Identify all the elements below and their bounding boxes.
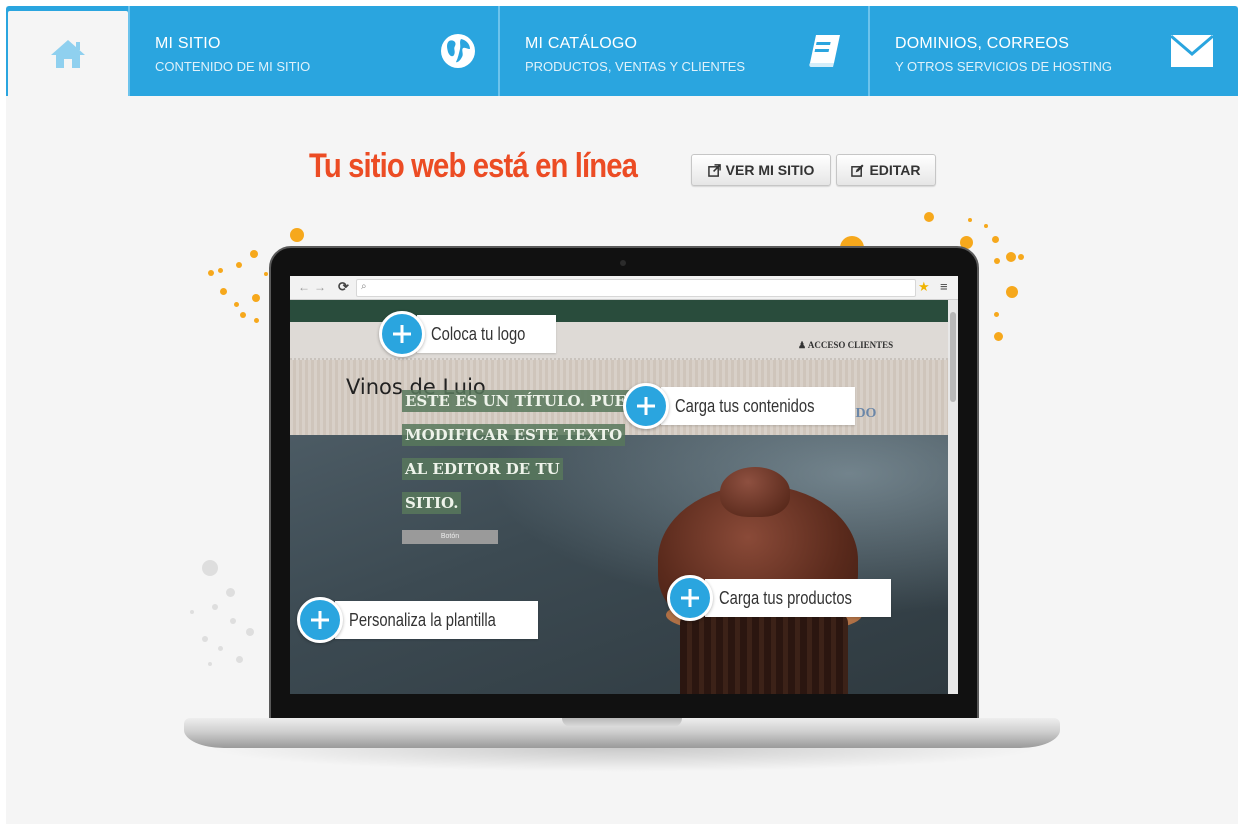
nav-dominios-subtitle: Y OTROS SERVICIOS DE HOSTING [895,59,1112,74]
hero-line: MODIFICAR ESTE TEXTO [402,424,626,446]
nav-home-tab[interactable] [8,11,128,96]
plus-icon [379,311,425,357]
book-icon [806,6,846,96]
decor-dot [992,236,999,243]
decor-dot [924,212,934,222]
plus-icon [623,383,669,429]
laptop-shadow [206,748,1042,772]
decor-dot [240,312,246,318]
decor-dot [218,646,223,651]
hero-line: AL EDITOR DE TU [402,458,563,480]
page-headline: Tu sitio web está en línea [309,147,638,185]
preview-acceso-clientes: ♟ ACCESO CLIENTES [798,340,893,351]
preview-scroll-thumb [950,312,956,402]
decor-dot [994,312,999,317]
nav-dominios-title: DOMINIOS, CORREOS [895,35,1070,52]
plus-icon [667,575,713,621]
decor-dot [234,302,239,307]
decor-dot [1018,254,1024,260]
decor-dot [252,294,260,302]
decor-dot [290,228,304,242]
home-icon [51,39,85,68]
cupcake-wrapper [680,613,848,694]
decor-dot [190,610,194,614]
preview-hero-button: Botón [402,530,498,544]
nav-mi-sitio[interactable]: MI SITIO CONTENIDO DE MI SITIO [130,6,496,96]
nav-mi-sitio-subtitle: CONTENIDO DE MI SITIO [155,59,311,74]
browser-toolbar: ←→ ⟳ ⌕ ★ ≡ [290,276,958,300]
edit-button[interactable]: EDITAR [836,154,936,186]
decor-dot [984,224,988,228]
nav-mi-catalogo-subtitle: PRODUCTOS, VENTAS Y CLIENTES [525,59,746,74]
nav-mi-sitio-title: MI SITIO [155,35,221,52]
edit-icon [851,163,864,177]
nav-dominios[interactable]: DOMINIOS, CORREOS Y OTROS SERVICIOS DE H… [870,6,1238,96]
envelope-icon [1170,6,1214,96]
callout-logo-label: Coloca tu logo [431,323,526,344]
decor-dot [994,258,1000,264]
decor-dot [226,588,235,597]
cupcake-frosting-tip [720,467,790,517]
globe-icon [440,6,476,96]
decor-dot [230,618,236,624]
search-icon: ⌕ [361,281,367,292]
decor-dot [246,628,254,636]
edit-label: EDITAR [869,162,921,178]
top-navigation: MI SITIO CONTENIDO DE MI SITIO MI CATÁLO… [6,6,1238,96]
external-link-icon [707,163,721,177]
decor-dot [212,604,218,610]
app-window: MI SITIO CONTENIDO DE MI SITIO MI CATÁLO… [6,6,1238,824]
callout-contenidos[interactable]: Carga tus contenidos [623,383,856,429]
browser-address-bar: ⌕ [356,279,916,297]
acceso-clientes-label: ACCESO CLIENTES [807,340,894,350]
laptop-base-notch [562,718,682,727]
decor-dot [220,288,227,295]
decor-dot [250,250,258,258]
decor-dot [208,662,212,666]
callout-logo[interactable]: Coloca tu logo [379,311,557,357]
view-site-button[interactable]: VER MI SITIO [691,154,831,186]
decor-dot [264,272,268,276]
callout-contenidos-label: Carga tus contenidos [675,395,815,416]
decor-dot [202,560,218,576]
decor-dot [994,332,1003,341]
browser-nav-arrows-icon: ←→ [298,280,330,294]
star-icon: ★ [918,279,930,294]
reload-icon: ⟳ [338,279,349,294]
decor-dot [236,656,243,663]
decor-dot [202,636,208,642]
decor-dot [236,262,242,268]
laptop-camera [620,260,626,266]
hero-line: SITIO. [402,492,462,514]
plus-icon [297,597,343,643]
view-site-label: VER MI SITIO [725,162,815,178]
callout-productos[interactable]: Carga tus productos [667,575,892,621]
callout-productos-label: Carga tus productos [719,587,852,608]
decor-dot [208,270,214,276]
menu-icon: ≡ [940,279,948,294]
decor-dot [1006,252,1016,262]
nav-mi-catalogo-title: MI CATÁLOGO [525,35,638,52]
decor-dot [218,268,223,273]
callout-plantilla[interactable]: Personaliza la plantilla [297,597,539,643]
decor-dot [1006,286,1018,298]
nav-mi-catalogo[interactable]: MI CATÁLOGO PRODUCTOS, VENTAS Y CLIENTES [500,6,866,96]
user-icon: ♟ [798,340,807,350]
decor-dot [968,218,972,222]
decor-dot [254,318,259,323]
callout-plantilla-label: Personaliza la plantilla [349,609,496,630]
